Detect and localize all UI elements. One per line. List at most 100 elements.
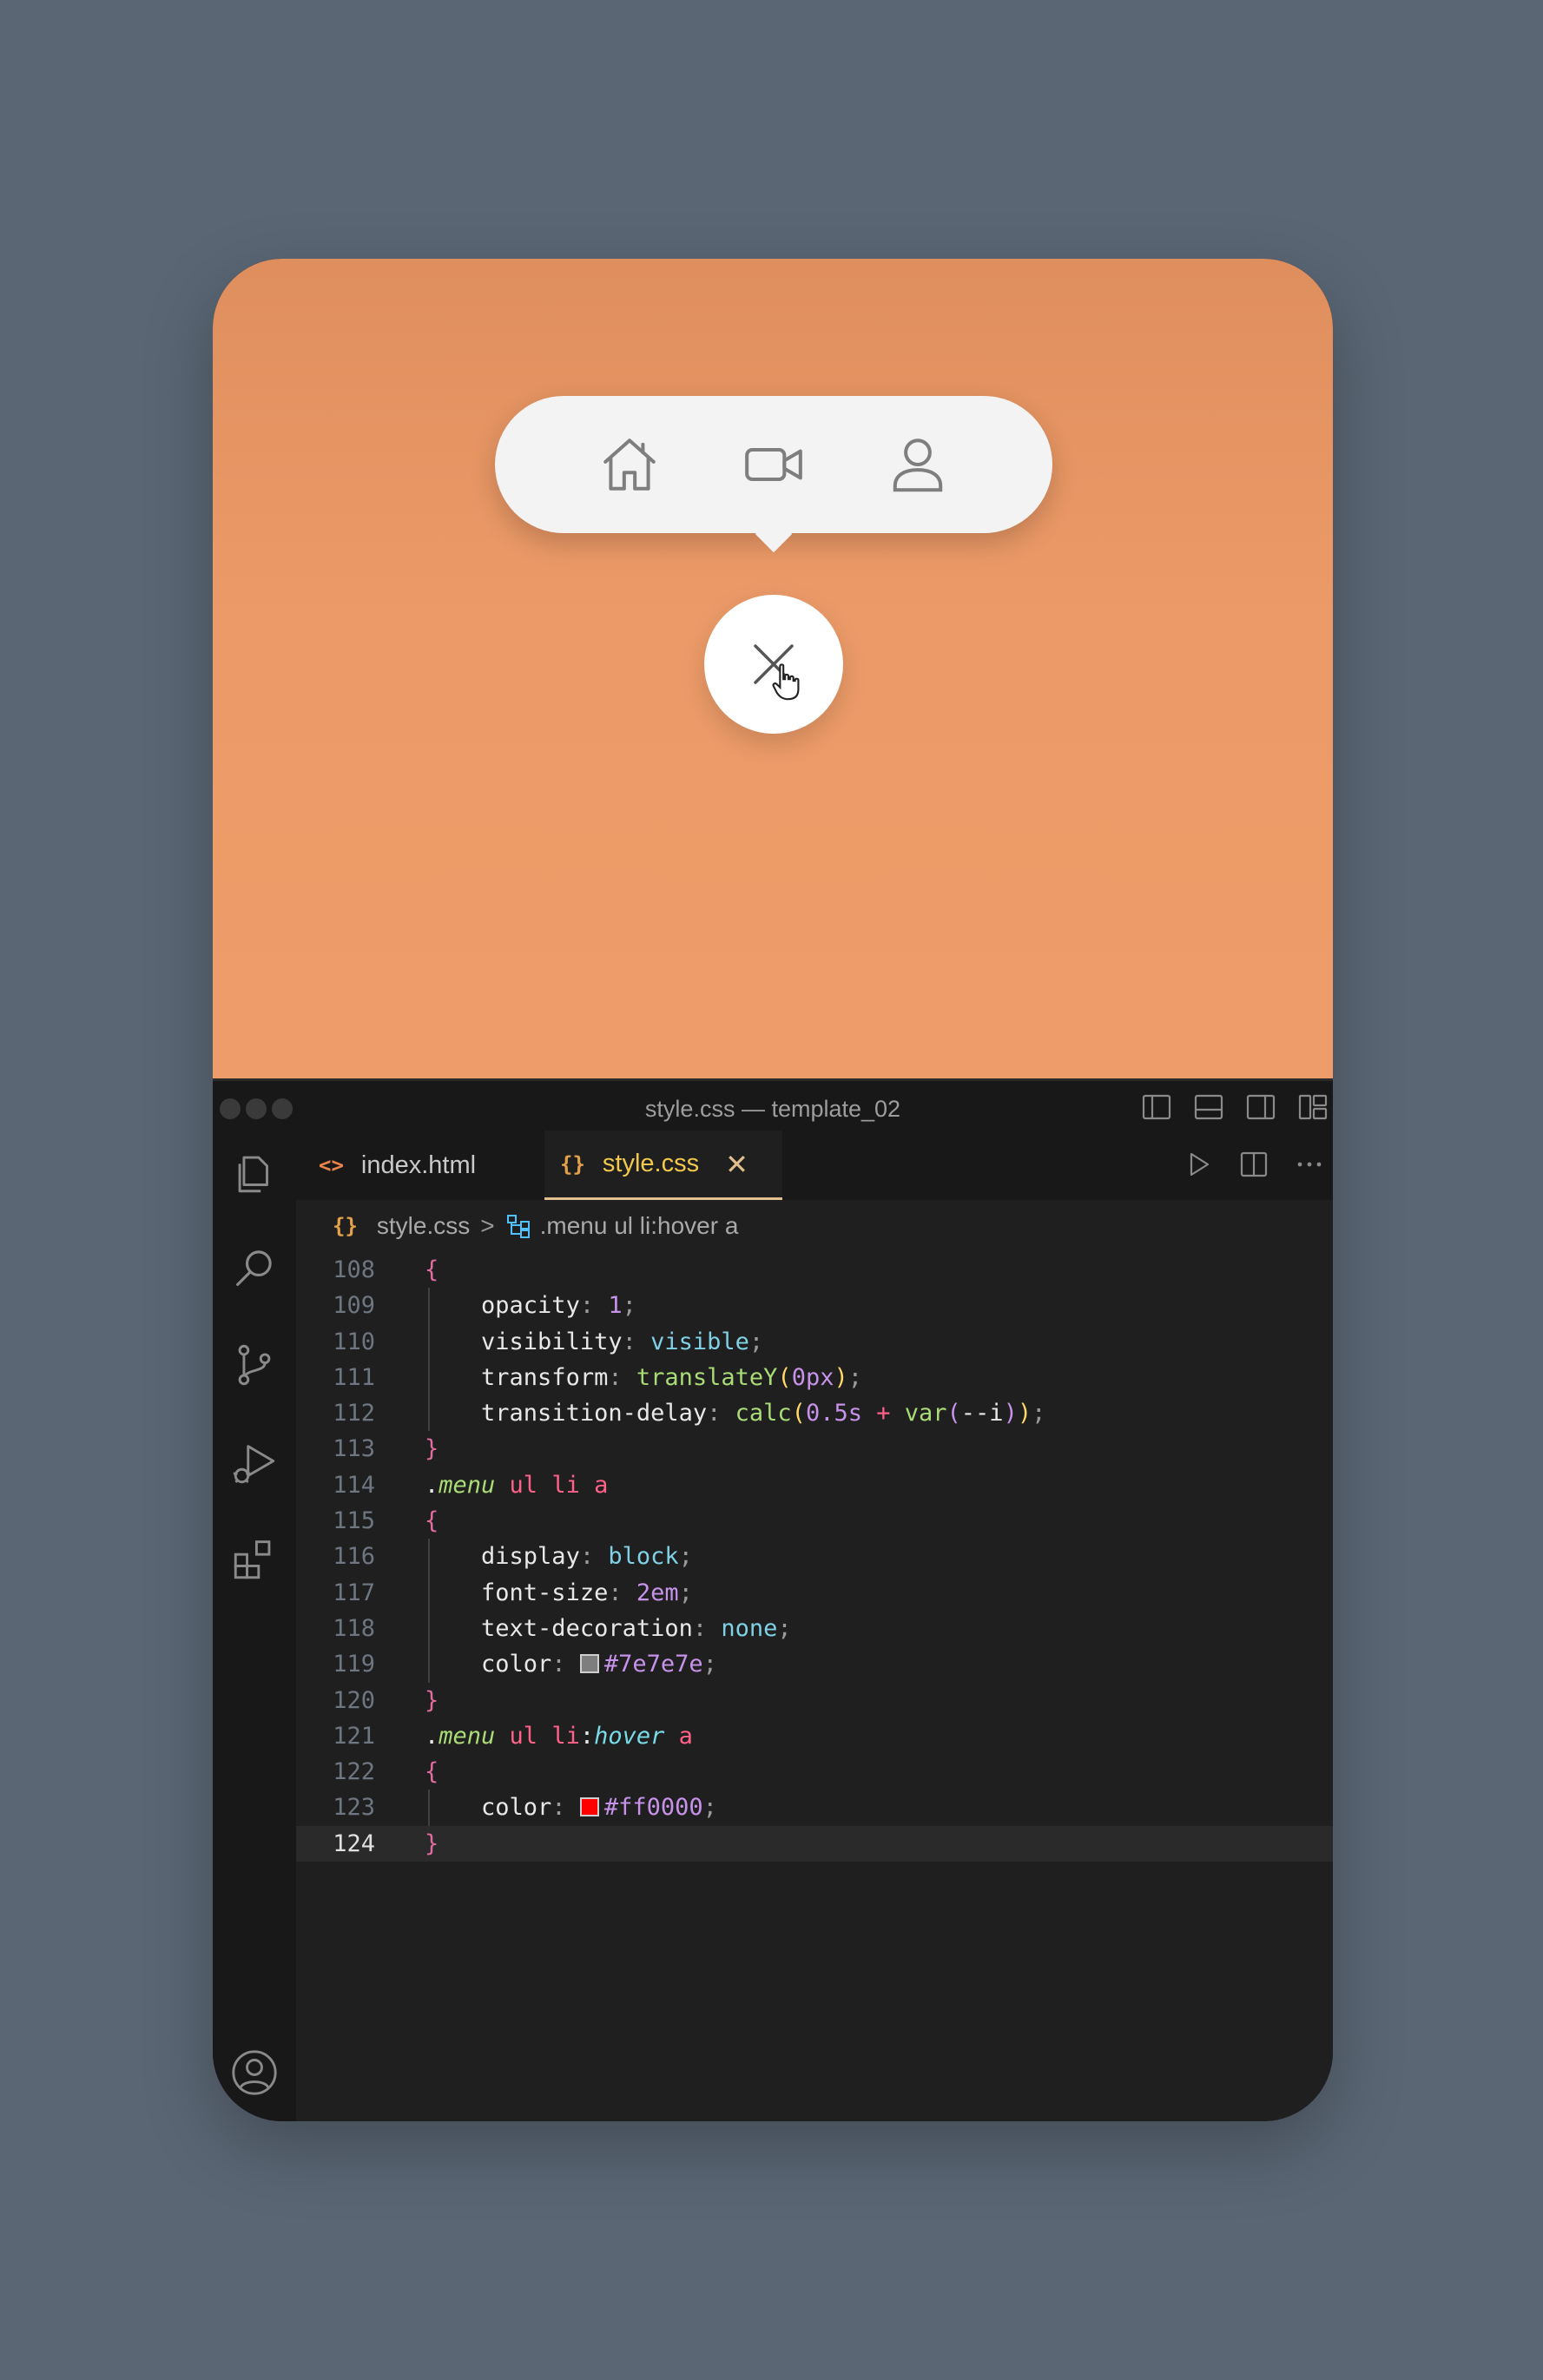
line-number: 118: [333, 1614, 375, 1642]
code-line[interactable]: 108 {: [296, 1252, 1333, 1288]
code-line[interactable]: 119 color: #7e7e7e;: [296, 1646, 1333, 1683]
indent-guide: [428, 1359, 430, 1396]
code-token: visible: [650, 1328, 749, 1355]
split-editor-icon[interactable]: [1239, 1150, 1269, 1179]
code-token: {: [425, 1507, 439, 1535]
line-number: 121: [333, 1722, 375, 1750]
line-number: 122: [333, 1758, 375, 1786]
code-line[interactable]: 112 transition-delay: calc(0.5s + var(--…: [296, 1395, 1333, 1432]
line-text: font-size: 2em;: [425, 1575, 693, 1611]
indent-guide: [428, 1646, 430, 1683]
menu-item-video[interactable]: [702, 412, 846, 517]
tab-style-css[interactable]: {} style.css ✕: [544, 1131, 782, 1200]
css-file-icon: {}: [560, 1151, 585, 1177]
indent-guide: [428, 1323, 430, 1360]
code-line[interactable]: 110 visibility: visible;: [296, 1323, 1333, 1360]
line-number: 109: [333, 1292, 375, 1320]
code-line[interactable]: 121 .menu ul li:hover a: [296, 1718, 1333, 1754]
indent-guide: [428, 1288, 430, 1324]
code-token: --i: [960, 1400, 1004, 1427]
line-number: 116: [333, 1543, 375, 1571]
source-control-icon[interactable]: [221, 1332, 287, 1398]
menu-toggle-button[interactable]: [704, 595, 843, 734]
menu-item-home[interactable]: [557, 412, 702, 517]
toggle-panel-icon[interactable]: [1194, 1093, 1223, 1121]
code-line[interactable]: 114 .menu ul li a: [296, 1467, 1333, 1503]
toggle-secondary-sidebar-icon[interactable]: [1246, 1093, 1276, 1121]
code-token: visibility: [481, 1328, 623, 1355]
code-line[interactable]: 123 color: #ff0000;: [296, 1790, 1333, 1826]
editor-actions: [1184, 1150, 1324, 1179]
code-line[interactable]: 111 transform: translateY(0px);: [296, 1359, 1333, 1396]
code-line[interactable]: 120}: [296, 1683, 1333, 1718]
code-token: font-size: [481, 1579, 609, 1606]
code-token: transition-delay: [481, 1400, 708, 1427]
more-actions-icon[interactable]: [1295, 1150, 1324, 1179]
line-number: 110: [333, 1328, 375, 1355]
run-icon[interactable]: [1184, 1150, 1213, 1179]
line-text: text-decoration: none;: [425, 1611, 792, 1646]
tab-label: style.css: [602, 1150, 700, 1177]
code-token: ;: [622, 1292, 636, 1320]
run-debug-icon[interactable]: [221, 1430, 287, 1496]
line-text: }: [425, 1683, 439, 1718]
line-text: visibility: visible;: [425, 1324, 763, 1360]
indent-guide: [428, 1610, 430, 1647]
color-swatch[interactable]: [579, 1797, 599, 1817]
toggle-primary-sidebar-icon[interactable]: [1142, 1093, 1171, 1121]
code-line[interactable]: 118 text-decoration: none;: [296, 1610, 1333, 1647]
line-text: color: #7e7e7e;: [425, 1646, 717, 1682]
code-token: ;: [847, 1363, 862, 1391]
breadcrumb-file[interactable]: style.css: [377, 1212, 470, 1240]
code-token: }: [425, 1686, 439, 1714]
code-line[interactable]: 116 display: block;: [296, 1539, 1333, 1575]
home-icon: [603, 438, 656, 491]
code-token: ): [834, 1363, 848, 1391]
breadcrumb: {} style.css > .menu ul li:hover a: [296, 1200, 1333, 1252]
indent-guide: [428, 1574, 430, 1611]
code-line[interactable]: 122 {: [296, 1754, 1333, 1790]
code-token: (: [777, 1363, 792, 1391]
code-token: 0px: [791, 1363, 834, 1391]
code-token: ul li a: [495, 1471, 609, 1499]
code-line[interactable]: 113}: [296, 1431, 1333, 1467]
code-token: 2em: [636, 1579, 679, 1606]
code-token: {: [425, 1256, 439, 1283]
search-icon[interactable]: [221, 1235, 287, 1301]
code-area[interactable]: 108{109 opacity: 1; 110 visibility: visib…: [296, 1252, 1333, 1964]
code-token: menu: [439, 1722, 496, 1750]
code-token: calc: [735, 1400, 792, 1427]
code-token: :: [579, 1292, 609, 1320]
close-tab-icon[interactable]: ✕: [725, 1148, 748, 1181]
tab-index-html[interactable]: <> index.html: [319, 1131, 476, 1200]
hand-cursor-icon: [772, 663, 800, 701]
line-text: opacity: 1;: [425, 1288, 636, 1323]
account-icon[interactable]: [221, 2040, 287, 2106]
code-editor: style.css — template_02 <> index.html {}…: [213, 1078, 1333, 2121]
code-token: block: [608, 1543, 679, 1571]
code-line[interactable]: 124}: [296, 1825, 1333, 1862]
code-line[interactable]: 115 {: [296, 1503, 1333, 1539]
line-number: 108: [333, 1256, 375, 1283]
line-text: {: [425, 1252, 439, 1288]
code-line[interactable]: 117 font-size: 2em;: [296, 1574, 1333, 1611]
code-token: :: [608, 1579, 636, 1606]
code-token: ;: [777, 1614, 792, 1642]
customize-layout-icon[interactable]: [1298, 1093, 1328, 1121]
code-token: transform: [481, 1363, 609, 1391]
code-token: .: [425, 1471, 439, 1499]
line-number: 124: [333, 1830, 375, 1857]
code-token: ul li: [495, 1722, 580, 1750]
line-number: 114: [333, 1471, 375, 1499]
color-swatch[interactable]: [579, 1654, 599, 1674]
code-line[interactable]: 109 opacity: 1;: [296, 1288, 1333, 1324]
menu-item-user[interactable]: [846, 412, 990, 517]
live-preview: [213, 259, 1333, 1078]
extensions-icon[interactable]: [221, 1526, 287, 1592]
breadcrumb-symbol[interactable]: .menu ul li:hover a: [540, 1212, 739, 1240]
indent-guide: [428, 1539, 430, 1575]
explorer-icon[interactable]: [221, 1139, 287, 1205]
code-token: display: [481, 1543, 580, 1571]
code-token: 1: [608, 1292, 623, 1320]
breadcrumb-separator: >: [480, 1212, 495, 1239]
